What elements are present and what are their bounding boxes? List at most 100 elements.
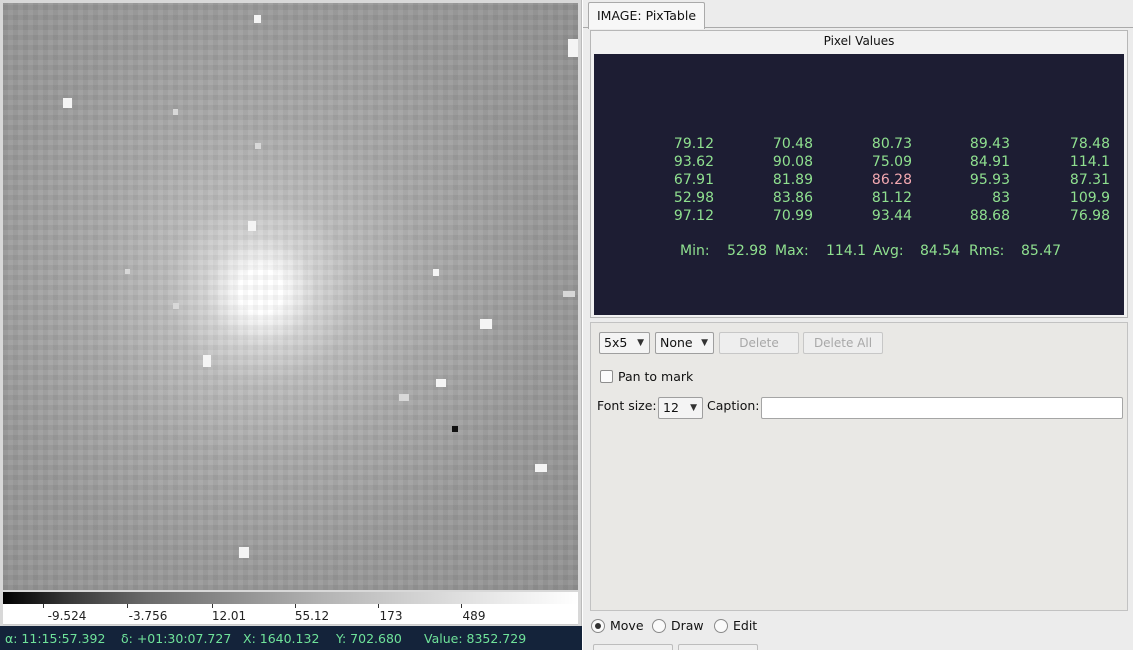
pixel-value: 83 bbox=[992, 190, 1010, 206]
pixel-value: 81.12 bbox=[871, 190, 912, 206]
star bbox=[239, 547, 249, 558]
pixel-value: 88.68 bbox=[969, 208, 1010, 224]
caption-input[interactable] bbox=[761, 397, 1123, 419]
bottom-button-row bbox=[593, 644, 758, 650]
size-select-value: 5x5 bbox=[604, 335, 628, 350]
app-window: -9.524 -3.756 12.01 55.12 173 489 α: 11:… bbox=[0, 0, 1133, 650]
pixel-value: 114.1 bbox=[1069, 154, 1110, 170]
pan-to-mark-label: Pan to mark bbox=[618, 369, 694, 384]
tab-pixtable[interactable]: IMAGE: PixTable bbox=[588, 2, 706, 29]
pixel-value: 67.91 bbox=[673, 172, 714, 188]
delete-all-button[interactable]: Delete All bbox=[803, 332, 883, 354]
star bbox=[399, 394, 409, 401]
pixel-value: 95.93 bbox=[969, 172, 1010, 188]
stat-max-label: Max: bbox=[775, 243, 809, 259]
stat-avg-label: Avg: bbox=[873, 243, 904, 259]
star bbox=[563, 291, 575, 297]
fits-image-canvas[interactable] bbox=[3, 3, 578, 590]
move-label: Move bbox=[610, 618, 644, 633]
pixel-value: 79.12 bbox=[673, 136, 714, 152]
x-readout: X: 1640.132 bbox=[243, 630, 320, 646]
coordinate-status-bar: α: 11:15:57.392 δ: +01:30:07.727 X: 1640… bbox=[0, 626, 582, 650]
star bbox=[203, 355, 211, 367]
star bbox=[568, 39, 578, 57]
stat-rms-label: Rms: bbox=[969, 243, 1005, 259]
colorbar-tick-label: 173 bbox=[379, 609, 403, 623]
dead-pixel bbox=[452, 426, 458, 432]
draw-label: Draw bbox=[671, 618, 704, 633]
pixel-value: 90.08 bbox=[772, 154, 813, 170]
pixel-value: 78.48 bbox=[1069, 136, 1110, 152]
pixel-value: 75.09 bbox=[871, 154, 912, 170]
colorbar-tick-label: -9.524 bbox=[47, 609, 87, 623]
dec-readout: δ: +01:30:07.727 bbox=[121, 630, 232, 646]
pixel-value: 76.98 bbox=[1069, 208, 1110, 224]
stat-min-value: 52.98 bbox=[727, 243, 768, 259]
chevron-down-icon: ▼ bbox=[701, 338, 708, 348]
tab-bar: IMAGE: PixTable bbox=[583, 0, 1133, 29]
colorbar[interactable] bbox=[3, 592, 578, 604]
image-viewer: -9.524 -3.756 12.01 55.12 173 489 α: 11:… bbox=[0, 0, 582, 650]
edit-label: Edit bbox=[733, 618, 758, 633]
pixel-value: 93.62 bbox=[673, 154, 714, 170]
chevron-down-icon: ▼ bbox=[690, 403, 697, 413]
colorbar-tick-label: -3.756 bbox=[128, 609, 168, 623]
colorbar-tick-label: 12.01 bbox=[211, 609, 247, 623]
size-select[interactable]: 5x5 ▼ bbox=[599, 332, 650, 354]
ra-readout: α: 11:15:57.392 bbox=[5, 630, 106, 646]
colorbar-tick-label: 489 bbox=[462, 609, 486, 623]
caption-label: Caption: bbox=[707, 398, 760, 413]
mode-radio-group: Move Draw Edit bbox=[583, 614, 1133, 638]
value-readout: Value: 8352.729 bbox=[424, 630, 527, 646]
colorbar-tick bbox=[378, 604, 379, 608]
delete-button[interactable]: Delete bbox=[719, 332, 799, 354]
star bbox=[535, 464, 547, 472]
star bbox=[63, 98, 72, 108]
star bbox=[173, 303, 179, 309]
colorbar-tick-label: 55.12 bbox=[294, 609, 330, 623]
font-size-select[interactable]: 12 ▼ bbox=[658, 397, 703, 419]
star bbox=[255, 143, 261, 149]
pixtable-panel: IMAGE: PixTable Pixel Values 79.12 70.48 8… bbox=[583, 0, 1133, 650]
mark-select[interactable]: None ▼ bbox=[655, 332, 714, 354]
stat-max-value: 114.1 bbox=[826, 243, 867, 259]
move-radio[interactable] bbox=[591, 619, 605, 633]
colorbar-tick bbox=[461, 604, 462, 608]
pixel-values-title: Pixel Values bbox=[823, 34, 895, 48]
pixel-value: 70.99 bbox=[772, 208, 813, 224]
pixel-value: 84.91 bbox=[969, 154, 1010, 170]
star bbox=[248, 221, 256, 231]
font-size-label: Font size: bbox=[597, 398, 657, 413]
star bbox=[254, 15, 261, 23]
pixel-value: 93.44 bbox=[871, 208, 912, 224]
star bbox=[436, 379, 446, 387]
pixel-value: 89.43 bbox=[969, 136, 1010, 152]
pixel-values-frame: Pixel Values 79.12 70.48 80.73 89.43 78.48 93… bbox=[590, 30, 1128, 318]
edit-radio[interactable] bbox=[714, 619, 728, 633]
star bbox=[125, 269, 130, 274]
bottom-button[interactable] bbox=[593, 644, 673, 650]
stat-rms-value: 85.47 bbox=[1021, 243, 1062, 259]
pixel-value: 87.31 bbox=[1069, 172, 1110, 188]
chevron-down-icon: ▼ bbox=[637, 338, 644, 348]
font-size-value: 12 bbox=[663, 400, 679, 415]
pixel-value: 97.12 bbox=[673, 208, 714, 224]
image-noise bbox=[3, 3, 578, 590]
pan-to-mark-checkbox[interactable] bbox=[600, 370, 613, 383]
pixel-value-center: 86.28 bbox=[871, 172, 912, 188]
stat-min-label: Min: bbox=[680, 243, 710, 259]
star bbox=[173, 109, 178, 115]
bottom-button[interactable] bbox=[678, 644, 758, 650]
y-readout: Y: 702.680 bbox=[336, 630, 402, 646]
pixel-value: 83.86 bbox=[772, 190, 813, 206]
pixel-value: 81.89 bbox=[772, 172, 813, 188]
colorbar-scale: -9.524 -3.756 12.01 55.12 173 489 bbox=[3, 604, 578, 625]
pixel-value: 70.48 bbox=[772, 136, 813, 152]
draw-radio[interactable] bbox=[652, 619, 666, 633]
pixel-value: 52.98 bbox=[673, 190, 714, 206]
colorbar-tick bbox=[43, 604, 44, 608]
pixtable-controls: 5x5 ▼ None ▼ Delete Delete All Pan to ma… bbox=[590, 322, 1128, 611]
colorbar-tick bbox=[127, 604, 128, 608]
pixel-value: 109.9 bbox=[1069, 190, 1110, 206]
colorbar-tick bbox=[212, 604, 213, 608]
